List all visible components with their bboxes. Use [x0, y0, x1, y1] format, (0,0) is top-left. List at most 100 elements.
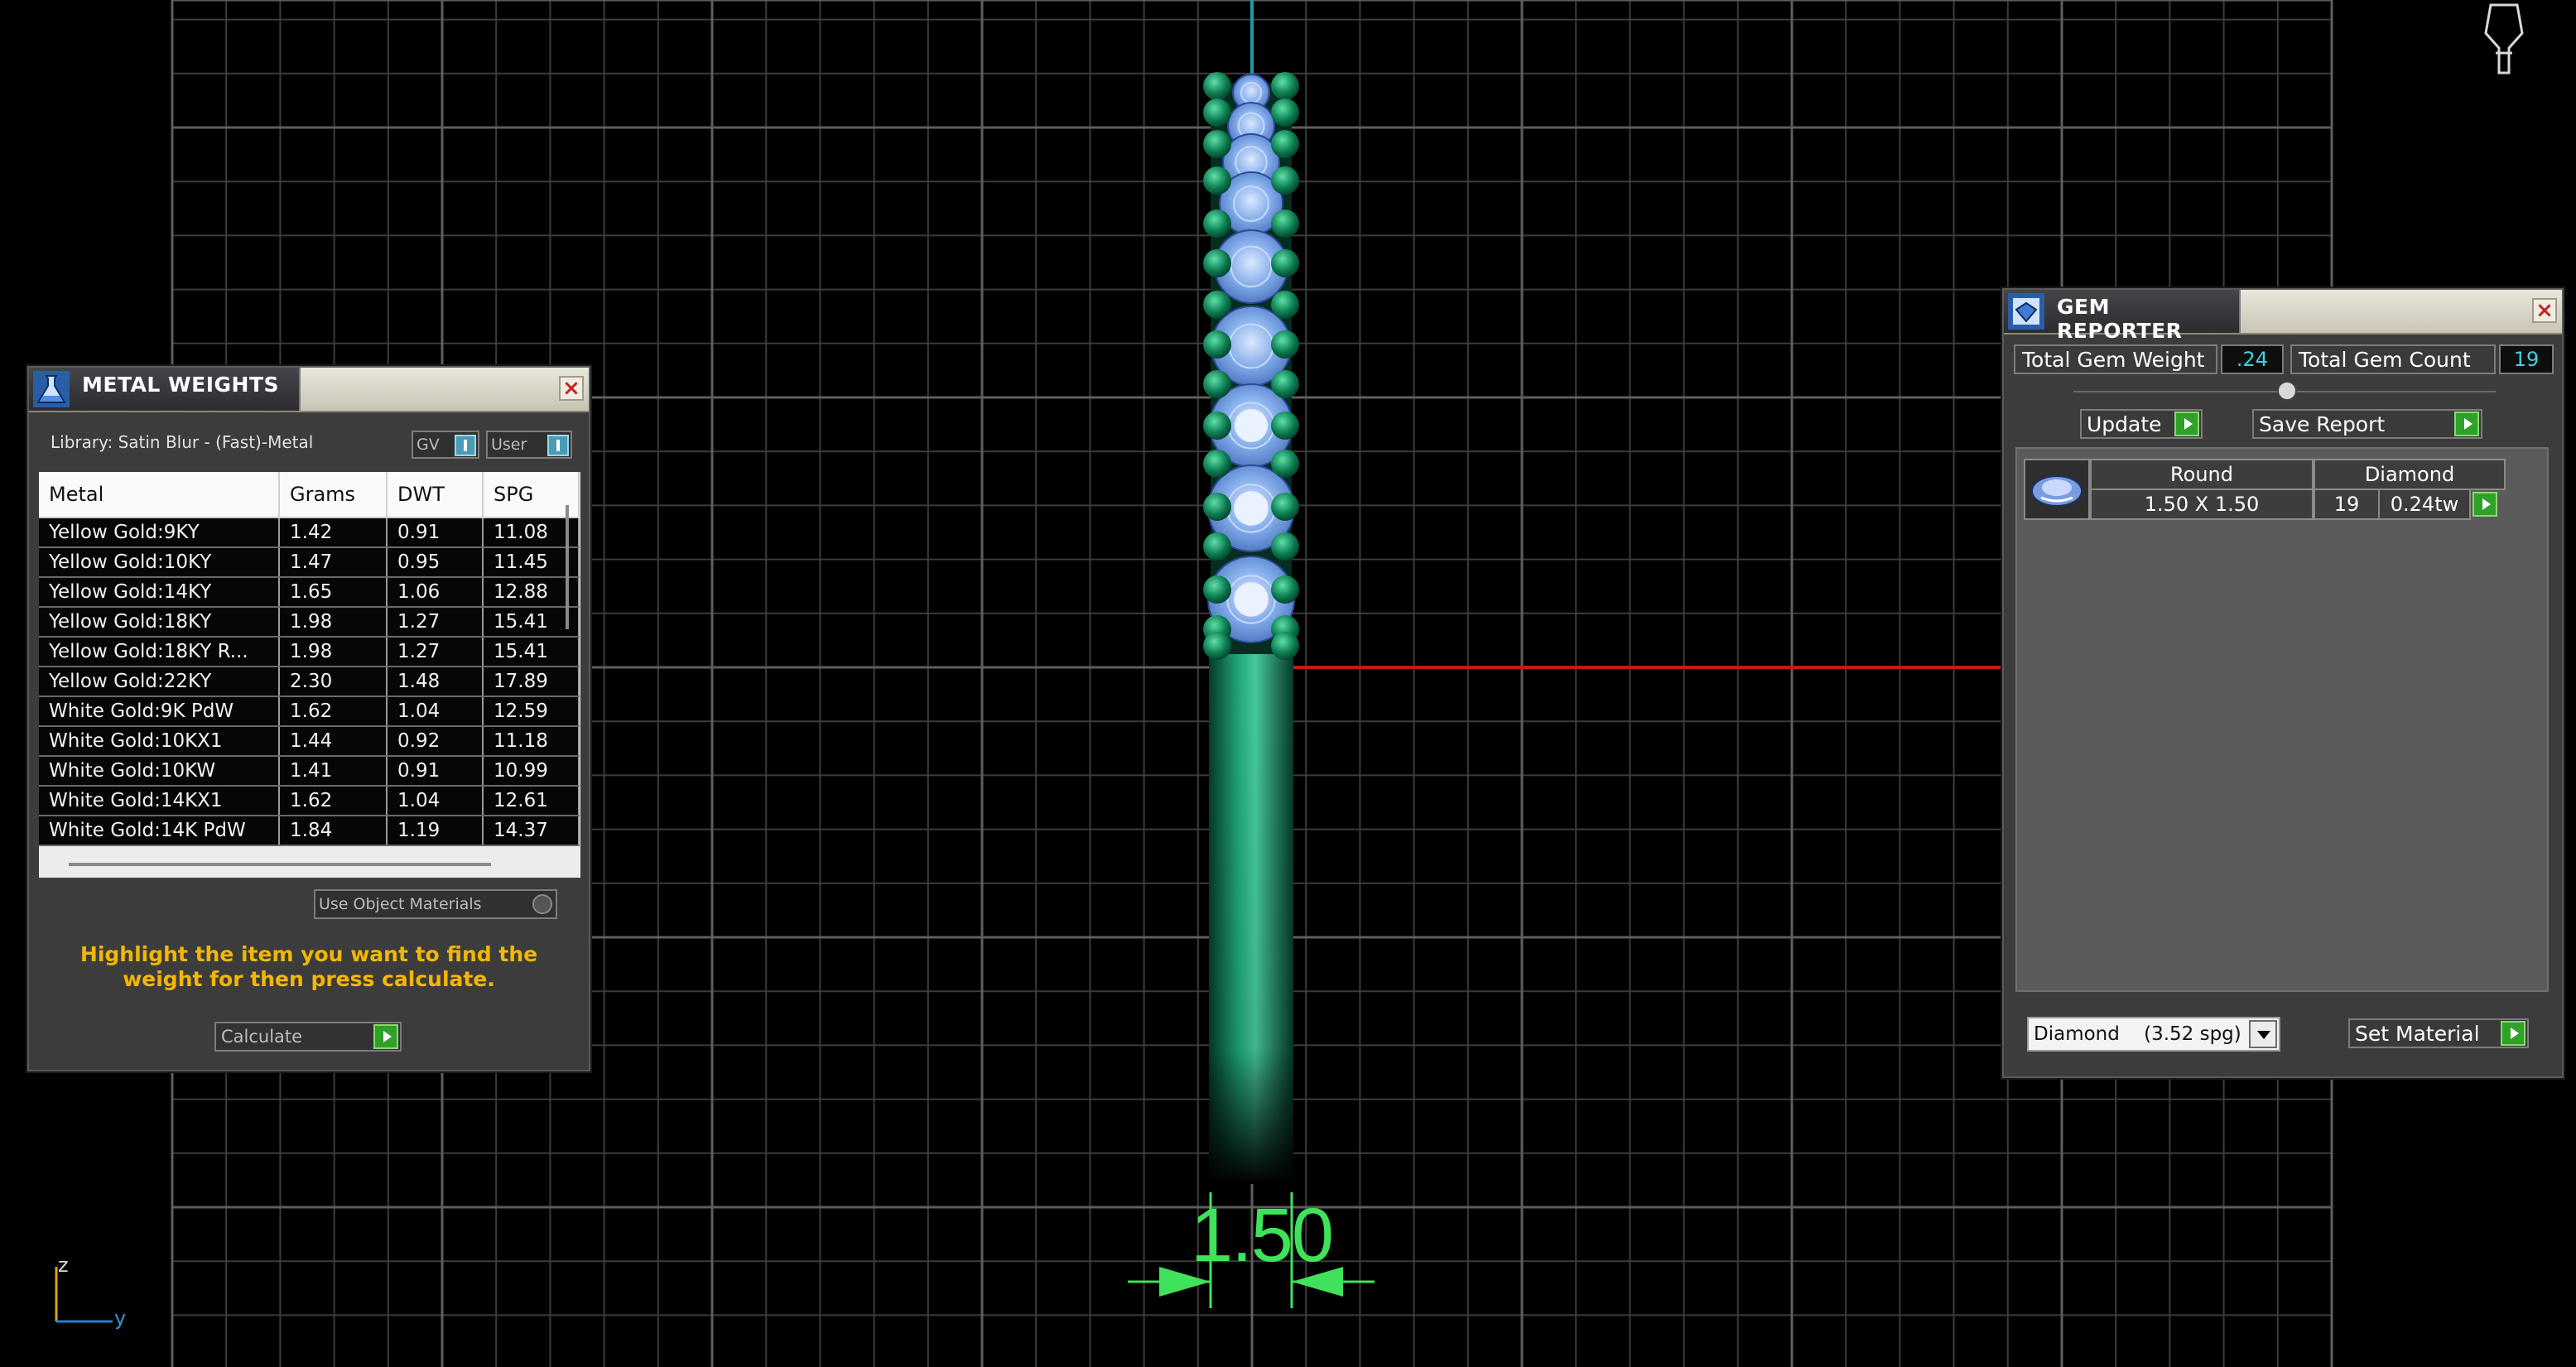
prong — [1271, 450, 1299, 478]
cell: 11.45 — [483, 547, 580, 578]
gem-highlight — [1234, 491, 1269, 526]
light-icon[interactable] — [2484, 3, 2524, 75]
column-header-spg[interactable]: SPG — [483, 472, 580, 518]
cell: 17.89 — [483, 667, 580, 697]
update-button[interactable]: Update — [2080, 409, 2203, 439]
prong — [1203, 130, 1231, 158]
table-row[interactable]: Yellow Gold:18KY R... 1.98 1.27 15.41 — [39, 637, 580, 667]
column-header-dwt[interactable]: DWT — [387, 472, 484, 518]
cell: Yellow Gold:9KY — [39, 517, 280, 548]
prong — [1203, 412, 1231, 440]
table-row[interactable]: Yellow Gold:14KY 1.65 1.06 12.88 — [39, 577, 580, 608]
axis-y-label: y — [114, 1307, 126, 1330]
cell: 1.04 — [387, 696, 484, 727]
set-material-button[interactable]: Set Material — [2348, 1018, 2529, 1048]
table-row[interactable]: Yellow Gold:22KY 2.30 1.48 17.89 — [39, 667, 580, 697]
cell: 1.27 — [387, 637, 484, 667]
prong — [1271, 370, 1299, 398]
cell: Yellow Gold:22KY — [39, 667, 280, 697]
gem-list[interactable]: Round Diamond 1.50 X 1.50 19 0.24tw — [2015, 447, 2549, 992]
table-row[interactable]: White Gold:9K PdW 1.62 1.04 12.59 — [39, 696, 580, 727]
cell: White Gold:14KX1 — [39, 786, 280, 816]
table-row[interactable]: Yellow Gold:18KY 1.98 1.27 15.41 — [39, 607, 580, 638]
table-row[interactable]: Yellow Gold:10KY 1.47 0.95 11.45 — [39, 547, 580, 578]
table-header-row: Metal Grams DWT SPG — [39, 472, 580, 518]
total-gem-count-value: 19 — [2499, 344, 2554, 374]
gem-thumbnail — [2024, 459, 2090, 520]
table-row[interactable]: White Gold:14KX1 1.62 1.04 12.61 — [39, 786, 580, 816]
metal-table[interactable]: Metal Grams DWT SPG Yellow Gold:9KY 1.42 0… — [39, 472, 580, 878]
column-header-metal[interactable]: Metal — [39, 472, 280, 518]
cell: 1.65 — [279, 577, 388, 608]
save-report-button[interactable]: Save Report — [2252, 409, 2482, 439]
light-bulb-shape — [2484, 3, 2524, 75]
vertical-scrollbar[interactable] — [566, 505, 569, 629]
prong — [1203, 209, 1231, 238]
slider-knob-icon[interactable] — [2277, 381, 2297, 401]
cell: 1.42 — [279, 517, 388, 548]
cell: 10.99 — [483, 756, 580, 787]
gem-reporter-panel[interactable]: GEM REPORTER × Total Gem Weight .24 Tota… — [2002, 288, 2564, 1078]
prong — [1271, 291, 1299, 319]
cell: 1.47 — [279, 547, 388, 578]
gem-size: 1.50 X 1.50 — [2090, 489, 2314, 520]
gem-material: Diamond — [2314, 459, 2506, 490]
cell: 1.98 — [279, 637, 388, 667]
cell: 0.91 — [387, 517, 484, 548]
cell: Yellow Gold:14KY — [39, 577, 280, 608]
table-row[interactable]: White Gold:10KX1 1.44 0.92 11.18 — [39, 726, 580, 757]
gv-toggle[interactable]: GV — [412, 431, 479, 459]
close-button[interactable]: × — [2532, 298, 2557, 323]
prong — [1203, 249, 1231, 277]
prong — [1203, 370, 1231, 398]
prong — [1271, 632, 1299, 660]
material-select[interactable]: Diamond (3.52 spg) — [2027, 1017, 2280, 1052]
gem-highlight — [1234, 582, 1269, 617]
gem-count: 19 — [2314, 489, 2380, 520]
calculate-button[interactable]: Calculate — [214, 1022, 402, 1052]
table-row[interactable]: White Gold:10KW 1.41 0.91 10.99 — [39, 756, 580, 787]
cell: 1.04 — [387, 786, 484, 816]
prong — [1203, 493, 1231, 521]
cell: White Gold:9K PdW — [39, 696, 280, 727]
table-row[interactable]: White Gold:14K PdW 1.84 1.19 14.37 — [39, 816, 580, 846]
play-arrow-icon — [2174, 412, 2199, 436]
gem-highlight — [1235, 409, 1268, 442]
gem-reporter-titlebar[interactable]: GEM REPORTER × — [2004, 290, 2562, 343]
cell: 15.41 — [483, 607, 580, 638]
cell: White Gold:10KX1 — [39, 726, 280, 757]
play-arrow-icon — [2501, 1021, 2525, 1046]
cell: 1.62 — [279, 786, 388, 816]
cell: 1.84 — [279, 816, 388, 846]
axis-indicator: zy — [55, 1254, 126, 1330]
close-button[interactable]: × — [559, 376, 584, 401]
chevron-down-icon[interactable] — [2249, 1020, 2277, 1048]
prong — [1203, 99, 1231, 127]
cell: 14.37 — [483, 816, 580, 846]
cell: 1.06 — [387, 577, 484, 608]
prong — [1203, 166, 1231, 195]
prong — [1271, 249, 1299, 277]
column-header-grams[interactable]: Grams — [279, 472, 388, 518]
horizontal-scrollbar[interactable] — [69, 863, 491, 866]
cell: Yellow Gold:10KY — [39, 547, 280, 578]
use-object-materials-toggle[interactable]: Use Object Materials — [314, 889, 557, 919]
ring-model[interactable] — [1203, 72, 1299, 1184]
gem-row-action-button[interactable] — [2472, 492, 2497, 517]
user-toggle[interactable]: User — [486, 431, 572, 459]
cell: 1.48 — [387, 667, 484, 697]
prong — [1271, 99, 1299, 127]
table-row[interactable]: Yellow Gold:9KY 1.42 0.91 11.08 — [39, 517, 580, 548]
instruction-text: Highlight the item you want to find the … — [79, 942, 538, 991]
toggle-indicator-icon — [547, 435, 569, 456]
cell: 1.41 — [279, 756, 388, 787]
prong — [1271, 72, 1299, 100]
gem-report-icon — [2005, 291, 2047, 331]
cell: 1.98 — [279, 607, 388, 638]
prong — [1203, 72, 1231, 100]
prong — [1271, 493, 1299, 521]
metal-weights-titlebar[interactable]: METAL WEIGHTS × — [29, 368, 589, 412]
panel-resize-slider[interactable] — [2073, 381, 2496, 401]
metal-weights-panel[interactable]: METAL WEIGHTS × Library: Satin Blur - (F… — [27, 366, 590, 1071]
prong — [1203, 632, 1231, 660]
